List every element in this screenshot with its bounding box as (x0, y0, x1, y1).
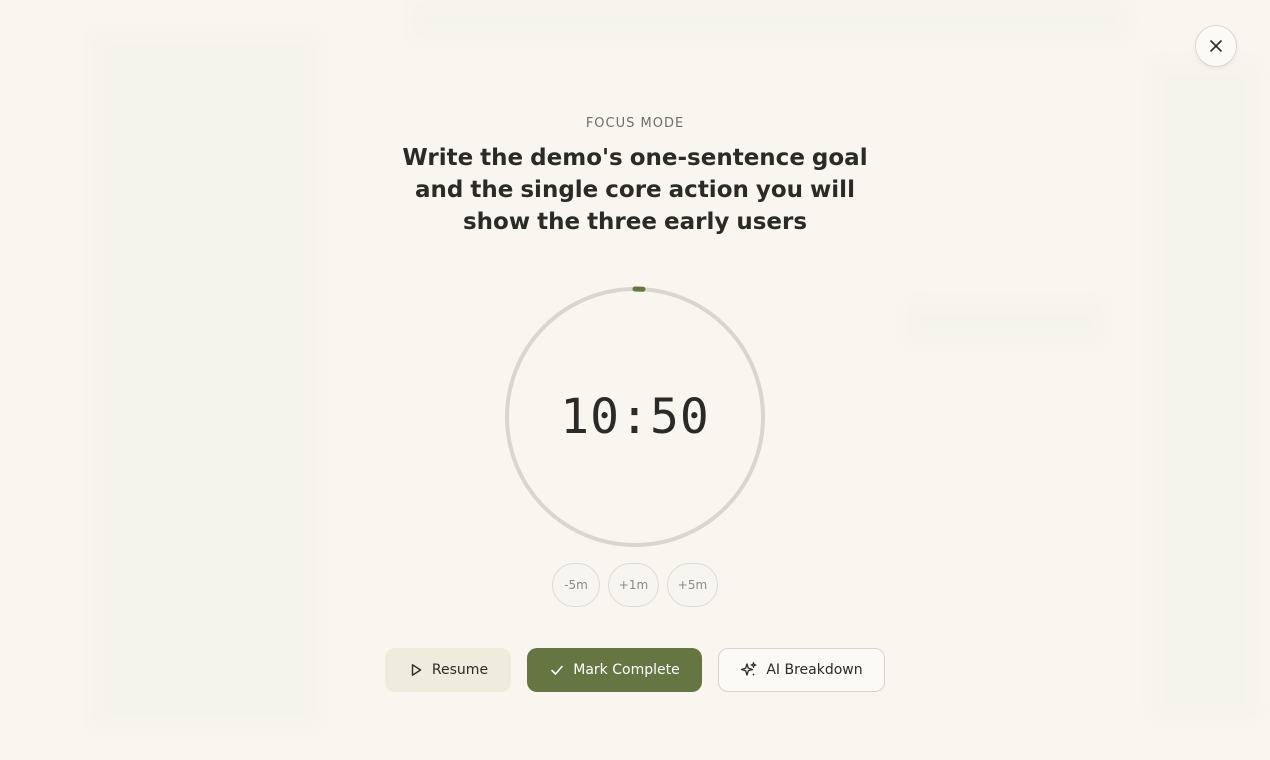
check-icon (551, 665, 564, 675)
timer: 10:50 (503, 285, 767, 549)
sparkles-icon (741, 661, 757, 676)
play-icon (411, 664, 422, 676)
ai-breakdown-button[interactable]: AI Breakdown (718, 648, 885, 692)
action-row: Resume Mark Complete AI Breakdown (0, 648, 1270, 692)
plus-1m-button[interactable]: +1m (608, 563, 659, 607)
task-title: Write the demo's one-sentence goal and t… (402, 145, 868, 235)
mark-complete-label: Mark Complete (573, 662, 680, 678)
resume-button[interactable]: Resume (385, 648, 511, 692)
ai-breakdown-label: AI Breakdown (766, 662, 863, 678)
focus-mode-label: FOCUS MODE (585, 116, 685, 131)
plus-5m-button[interactable]: +5m (667, 563, 718, 607)
time-adjust-row: -5m +1m +5m (0, 563, 1270, 607)
mark-complete-button[interactable]: Mark Complete (527, 648, 702, 692)
minus-5m-button[interactable]: -5m (552, 563, 600, 607)
close-button[interactable] (1195, 25, 1237, 67)
timer-display: 10:50 (560, 389, 710, 445)
close-icon (1210, 40, 1222, 52)
resume-label: Resume (431, 662, 489, 678)
